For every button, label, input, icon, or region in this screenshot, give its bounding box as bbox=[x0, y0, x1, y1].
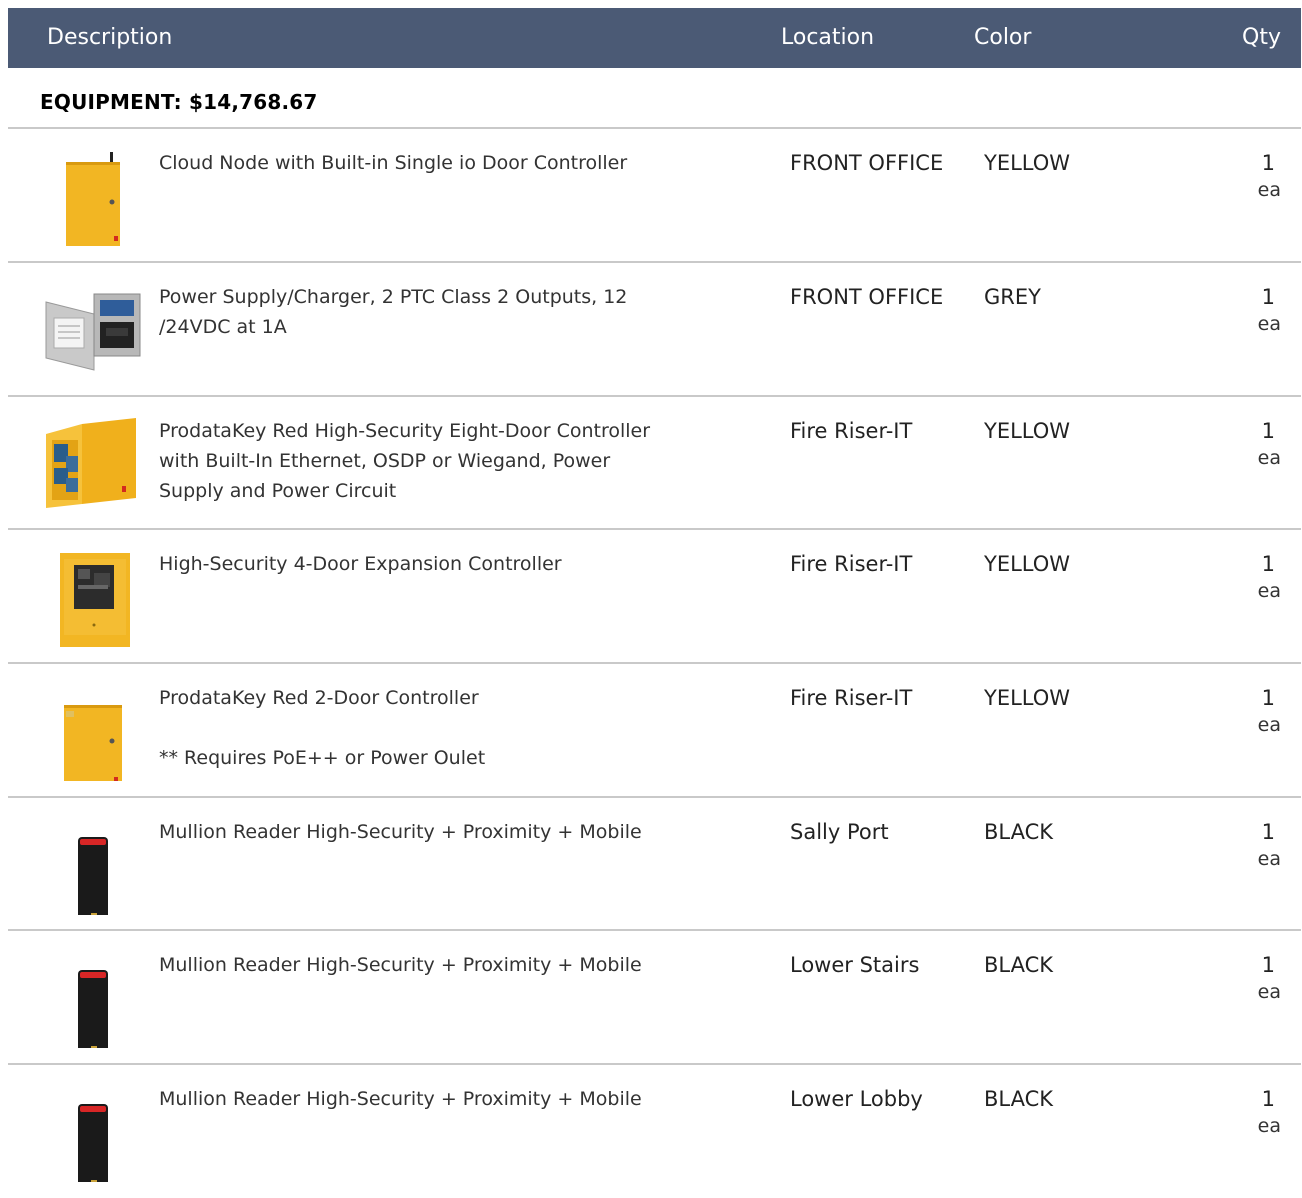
item-color: YELLOW bbox=[984, 552, 1071, 576]
item-color: YELLOW bbox=[984, 686, 1071, 710]
product-image-grey-power-supply bbox=[44, 284, 144, 380]
item-note: ** Requires PoE++ or Power Oulet bbox=[159, 747, 486, 769]
item-description: ProdataKey Red 2-Door Controller ** Requ… bbox=[159, 683, 679, 773]
item-color: BLACK bbox=[984, 820, 1054, 844]
item-unit: ea bbox=[1257, 714, 1281, 736]
product-image-yellow-box bbox=[44, 150, 144, 246]
table-header: Description Location Color Qty bbox=[8, 8, 1301, 68]
item-location: Fire Riser-IT bbox=[790, 552, 913, 576]
item-unit: ea bbox=[1257, 179, 1281, 201]
row-divider bbox=[8, 929, 1301, 931]
product-image-mullion-reader bbox=[44, 952, 144, 1060]
item-location: FRONT OFFICE bbox=[790, 151, 944, 175]
item-description: Mullion Reader High-Security + Proximity… bbox=[159, 821, 642, 843]
product-image-mullion-reader bbox=[44, 1086, 144, 1194]
product-image-yellow-two-door-controller bbox=[44, 685, 144, 789]
item-color: BLACK bbox=[984, 1087, 1054, 1111]
row-divider bbox=[8, 395, 1301, 397]
item-qty: 1 bbox=[1261, 820, 1275, 844]
item-location: Sally Port bbox=[790, 820, 889, 844]
item-unit: ea bbox=[1257, 981, 1281, 1003]
item-location: Fire Riser-IT bbox=[790, 686, 913, 710]
item-description: Power Supply/Charger, 2 PTC Class 2 Outp… bbox=[159, 286, 628, 338]
item-qty: 1 bbox=[1261, 151, 1275, 175]
row-divider bbox=[8, 796, 1301, 798]
header-location: Location bbox=[781, 25, 875, 50]
item-color: GREY bbox=[984, 285, 1041, 309]
item-qty: 1 bbox=[1261, 953, 1275, 977]
item-location: FRONT OFFICE bbox=[790, 285, 944, 309]
table-row: Power Supply/Charger, 2 PTC Class 2 Outp… bbox=[8, 264, 1301, 396]
table-row: Mullion Reader High-Security + Proximity… bbox=[8, 1066, 1301, 1198]
row-divider bbox=[8, 1063, 1301, 1065]
item-unit: ea bbox=[1257, 580, 1281, 602]
item-color: BLACK bbox=[984, 953, 1054, 977]
item-qty: 1 bbox=[1261, 1087, 1275, 1111]
item-description: Cloud Node with Built-in Single io Door … bbox=[159, 152, 628, 174]
table-row: Cloud Node with Built-in Single io Door … bbox=[8, 130, 1301, 262]
header-color: Color bbox=[974, 25, 1032, 50]
product-image-yellow-four-door-controller bbox=[44, 551, 144, 647]
product-image-yellow-eight-door-controller bbox=[44, 418, 144, 514]
item-unit: ea bbox=[1257, 848, 1281, 870]
item-color: YELLOW bbox=[984, 151, 1071, 175]
item-qty: 1 bbox=[1261, 285, 1275, 309]
item-location: Lower Stairs bbox=[790, 953, 920, 977]
item-unit: ea bbox=[1257, 447, 1281, 469]
item-description: ProdataKey Red High-Security Eight-Door … bbox=[159, 420, 651, 502]
table-row: ProdataKey Red High-Security Eight-Door … bbox=[8, 398, 1301, 530]
table-row: Mullion Reader High-Security + Proximity… bbox=[8, 932, 1301, 1064]
header-qty: Qty bbox=[1242, 25, 1281, 50]
item-description: Mullion Reader High-Security + Proximity… bbox=[159, 1088, 642, 1110]
table-row: ProdataKey Red 2-Door Controller ** Requ… bbox=[8, 665, 1301, 797]
item-description: Mullion Reader High-Security + Proximity… bbox=[159, 954, 642, 976]
table-row: High-Security 4-Door Expansion Controlle… bbox=[8, 531, 1301, 663]
product-image-mullion-reader bbox=[44, 819, 144, 927]
item-color: YELLOW bbox=[984, 419, 1071, 443]
item-location: Fire Riser-IT bbox=[790, 419, 913, 443]
table-row: Mullion Reader High-Security + Proximity… bbox=[8, 799, 1301, 931]
item-description: High-Security 4-Door Expansion Controlle… bbox=[159, 553, 562, 575]
row-divider bbox=[8, 662, 1301, 664]
item-qty: 1 bbox=[1261, 419, 1275, 443]
item-qty: 1 bbox=[1261, 552, 1275, 576]
header-description: Description bbox=[47, 25, 173, 50]
item-qty: 1 bbox=[1261, 686, 1275, 710]
section-title: EQUIPMENT: $14,768.67 bbox=[40, 90, 318, 114]
row-divider bbox=[8, 528, 1301, 530]
row-divider bbox=[8, 261, 1301, 263]
item-unit: ea bbox=[1257, 313, 1281, 335]
item-unit: ea bbox=[1257, 1115, 1281, 1137]
item-location: Lower Lobby bbox=[790, 1087, 923, 1111]
row-divider bbox=[8, 127, 1301, 129]
